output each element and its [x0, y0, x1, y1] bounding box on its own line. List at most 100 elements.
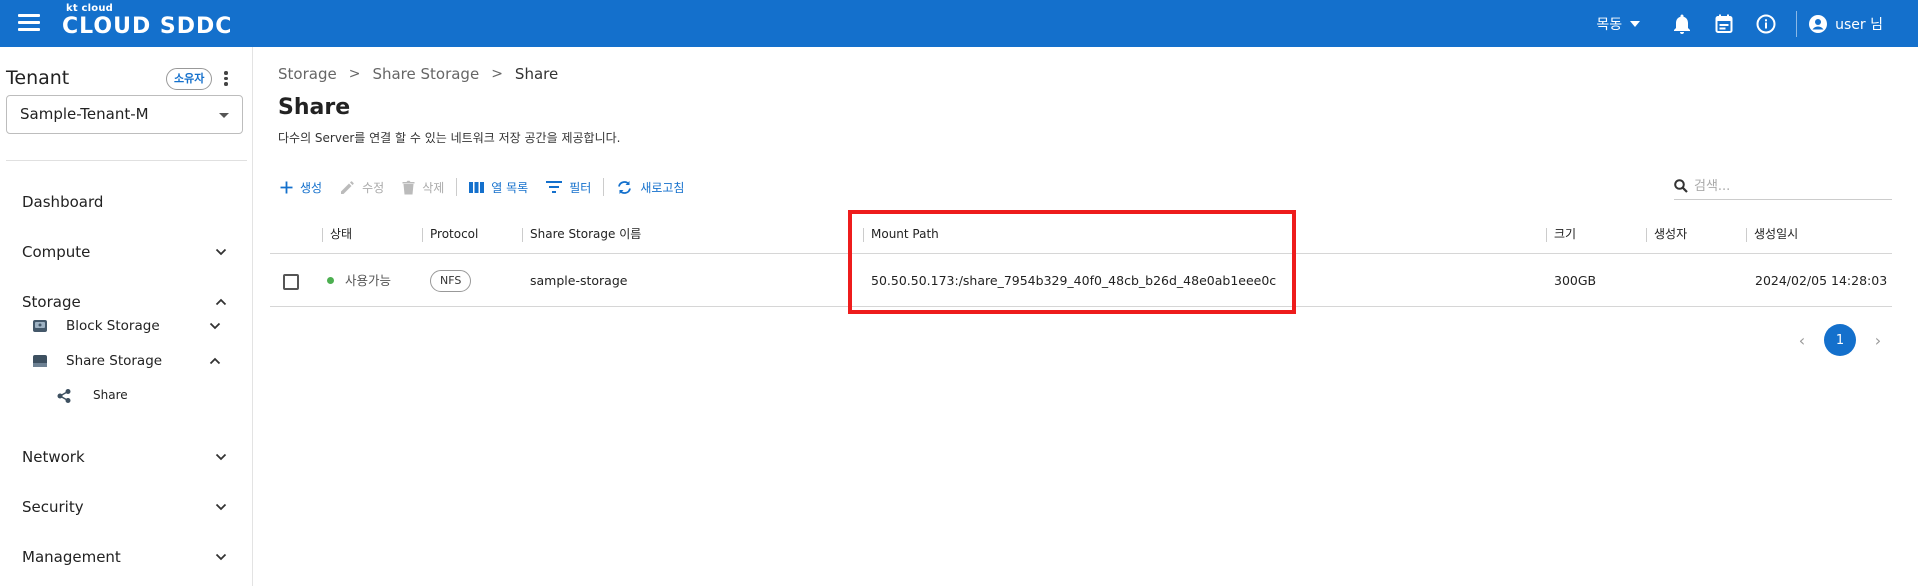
sidebar-item-label: Network — [22, 448, 85, 466]
sidebar-item-label: Compute — [22, 243, 91, 261]
protocol-chip: NFS — [430, 270, 472, 292]
delete-label: 삭제 — [422, 180, 445, 195]
storage-icon — [33, 355, 47, 367]
status-text: 사용가능 — [345, 273, 392, 288]
user-menu[interactable]: user 님 — [1809, 14, 1883, 34]
sidebar-item-security[interactable]: Security — [0, 489, 253, 525]
logo-text: CLOUD SDDC — [62, 14, 233, 39]
more-vert-icon[interactable] — [222, 71, 230, 87]
edit-label: 수정 — [362, 180, 385, 195]
main-content: Storage > Share Storage > Share Share 다수… — [254, 47, 1918, 586]
caret-down-icon — [219, 113, 229, 118]
column-header-status[interactable]: 상태 — [322, 214, 352, 254]
edit-button[interactable]: 수정 — [340, 179, 384, 196]
sidebar-item-dashboard[interactable]: Dashboard — [0, 184, 253, 220]
chevron-right-icon: > — [491, 66, 503, 82]
tenant-select-value: Sample-Tenant-M — [20, 105, 149, 123]
table-row[interactable]: 사용가능 NFS sample-storage 50.50.50.173:/sh… — [270, 255, 1892, 307]
menu-icon[interactable] — [18, 14, 40, 32]
chevron-down-icon — [209, 322, 221, 330]
delete-button[interactable]: 삭제 — [402, 179, 444, 196]
caret-down-icon — [1630, 20, 1641, 27]
sidebar-item-label: Share Storage — [66, 353, 163, 369]
search-icon — [1674, 179, 1688, 193]
sidebar-item-label: Dashboard — [22, 193, 104, 211]
location-dropdown[interactable]: 목동 — [1596, 14, 1641, 34]
search-box[interactable] — [1674, 174, 1892, 200]
created-at-cell: 2024/02/05 14:28:03 — [1755, 273, 1888, 288]
chevron-down-icon — [215, 553, 227, 561]
column-header-protocol[interactable]: Protocol — [422, 214, 478, 254]
toolbar: 생성 수정 삭제 열 목록 필터 새로고침 — [280, 174, 702, 200]
bell-icon[interactable] — [1670, 12, 1694, 36]
create-button[interactable]: 생성 — [280, 179, 322, 196]
search-input[interactable] — [1694, 176, 1884, 196]
size-cell: 300GB — [1554, 273, 1597, 288]
mount-path-cell: 50.50.50.173:/share_7954b329_40f0_48cb_b… — [871, 273, 1277, 288]
status-dot-icon — [327, 277, 334, 284]
owner-badge: 소유자 — [166, 68, 213, 90]
tenant-title: Tenant — [6, 67, 70, 89]
sidebar-divider — [6, 160, 247, 161]
refresh-button[interactable]: 새로고침 — [616, 179, 684, 196]
sidebar-item-network[interactable]: Network — [0, 439, 253, 475]
column-header-share-storage-name[interactable]: Share Storage 이름 — [522, 214, 641, 254]
chevron-down-icon — [215, 453, 227, 461]
calendar-icon[interactable] — [1712, 12, 1736, 36]
sidebar-item-label: Share — [93, 388, 128, 402]
chevron-down-icon — [215, 503, 227, 511]
top-bar: kt cloud CLOUD SDDC 목동 user 님 — [0, 0, 1918, 47]
share-icon — [57, 389, 71, 403]
filter-label: 필터 — [569, 180, 592, 195]
sidebar-item-compute[interactable]: Compute — [0, 234, 253, 270]
chevron-down-icon — [215, 248, 227, 256]
sidebar-item-label: Storage — [22, 293, 81, 311]
column-header-creator[interactable]: 생성자 — [1646, 214, 1687, 254]
create-label: 생성 — [300, 180, 323, 195]
prev-page-button[interactable]: ‹ — [1788, 326, 1816, 354]
name-cell: sample-storage — [530, 273, 628, 288]
sidebar-item-share[interactable]: Share — [0, 382, 253, 408]
plus-icon — [280, 181, 293, 193]
next-page-button[interactable]: › — [1864, 326, 1892, 354]
account-icon — [1809, 14, 1828, 33]
logo[interactable]: kt cloud CLOUD SDDC — [62, 3, 232, 40]
chevron-right-icon: > — [348, 66, 361, 82]
row-checkbox[interactable] — [283, 274, 299, 290]
sidebar-item-block-storage[interactable]: Block Storage — [0, 312, 253, 340]
trash-icon — [402, 180, 415, 194]
table-header: 상태 Protocol Share Storage 이름 Mount Path … — [270, 214, 1892, 254]
sidebar: Tenant 소유자 Sample-Tenant-M Dashboard Com… — [0, 47, 253, 586]
toolbar-divider — [603, 178, 605, 196]
breadcrumb: Storage > Share Storage > Share — [278, 65, 558, 83]
disk-icon — [33, 320, 47, 332]
sidebar-item-label: Block Storage — [66, 318, 160, 334]
user-label: user 님 — [1835, 16, 1883, 33]
column-header-created-at[interactable]: 생성일시 — [1746, 214, 1798, 254]
location-label: 목동 — [1596, 16, 1623, 33]
refresh-icon — [618, 180, 632, 194]
sidebar-item-share-storage[interactable]: Share Storage — [0, 347, 253, 375]
tenant-select[interactable]: Sample-Tenant-M — [6, 95, 243, 134]
columns-label: 열 목록 — [491, 180, 529, 195]
column-header-size[interactable]: 크기 — [1546, 214, 1576, 254]
pencil-icon — [341, 180, 354, 194]
view-column-icon — [469, 181, 485, 193]
status-cell: 사용가능 — [327, 255, 391, 307]
page-description: 다수의 Server를 연결 할 수 있는 네트워크 저장 공간을 제공합니다. — [278, 131, 621, 145]
column-header-mount-path[interactable]: Mount Path — [863, 214, 939, 254]
sidebar-item-label: Management — [22, 548, 121, 566]
filter-button[interactable]: 필터 — [546, 179, 591, 196]
filter-icon — [546, 181, 563, 193]
columns-button[interactable]: 열 목록 — [469, 179, 528, 196]
topbar-divider — [1796, 10, 1798, 37]
info-icon[interactable] — [1754, 12, 1778, 36]
chevron-up-icon — [209, 357, 221, 365]
breadcrumb-share-storage[interactable]: Share Storage — [372, 65, 479, 83]
breadcrumb-storage[interactable]: Storage — [278, 65, 337, 83]
pagination: ‹ 1 › — [1788, 324, 1892, 356]
sidebar-item-label: Security — [22, 498, 84, 516]
toolbar-divider — [456, 178, 458, 196]
page-1-button[interactable]: 1 — [1824, 324, 1856, 356]
sidebar-item-management[interactable]: Management — [0, 539, 253, 575]
